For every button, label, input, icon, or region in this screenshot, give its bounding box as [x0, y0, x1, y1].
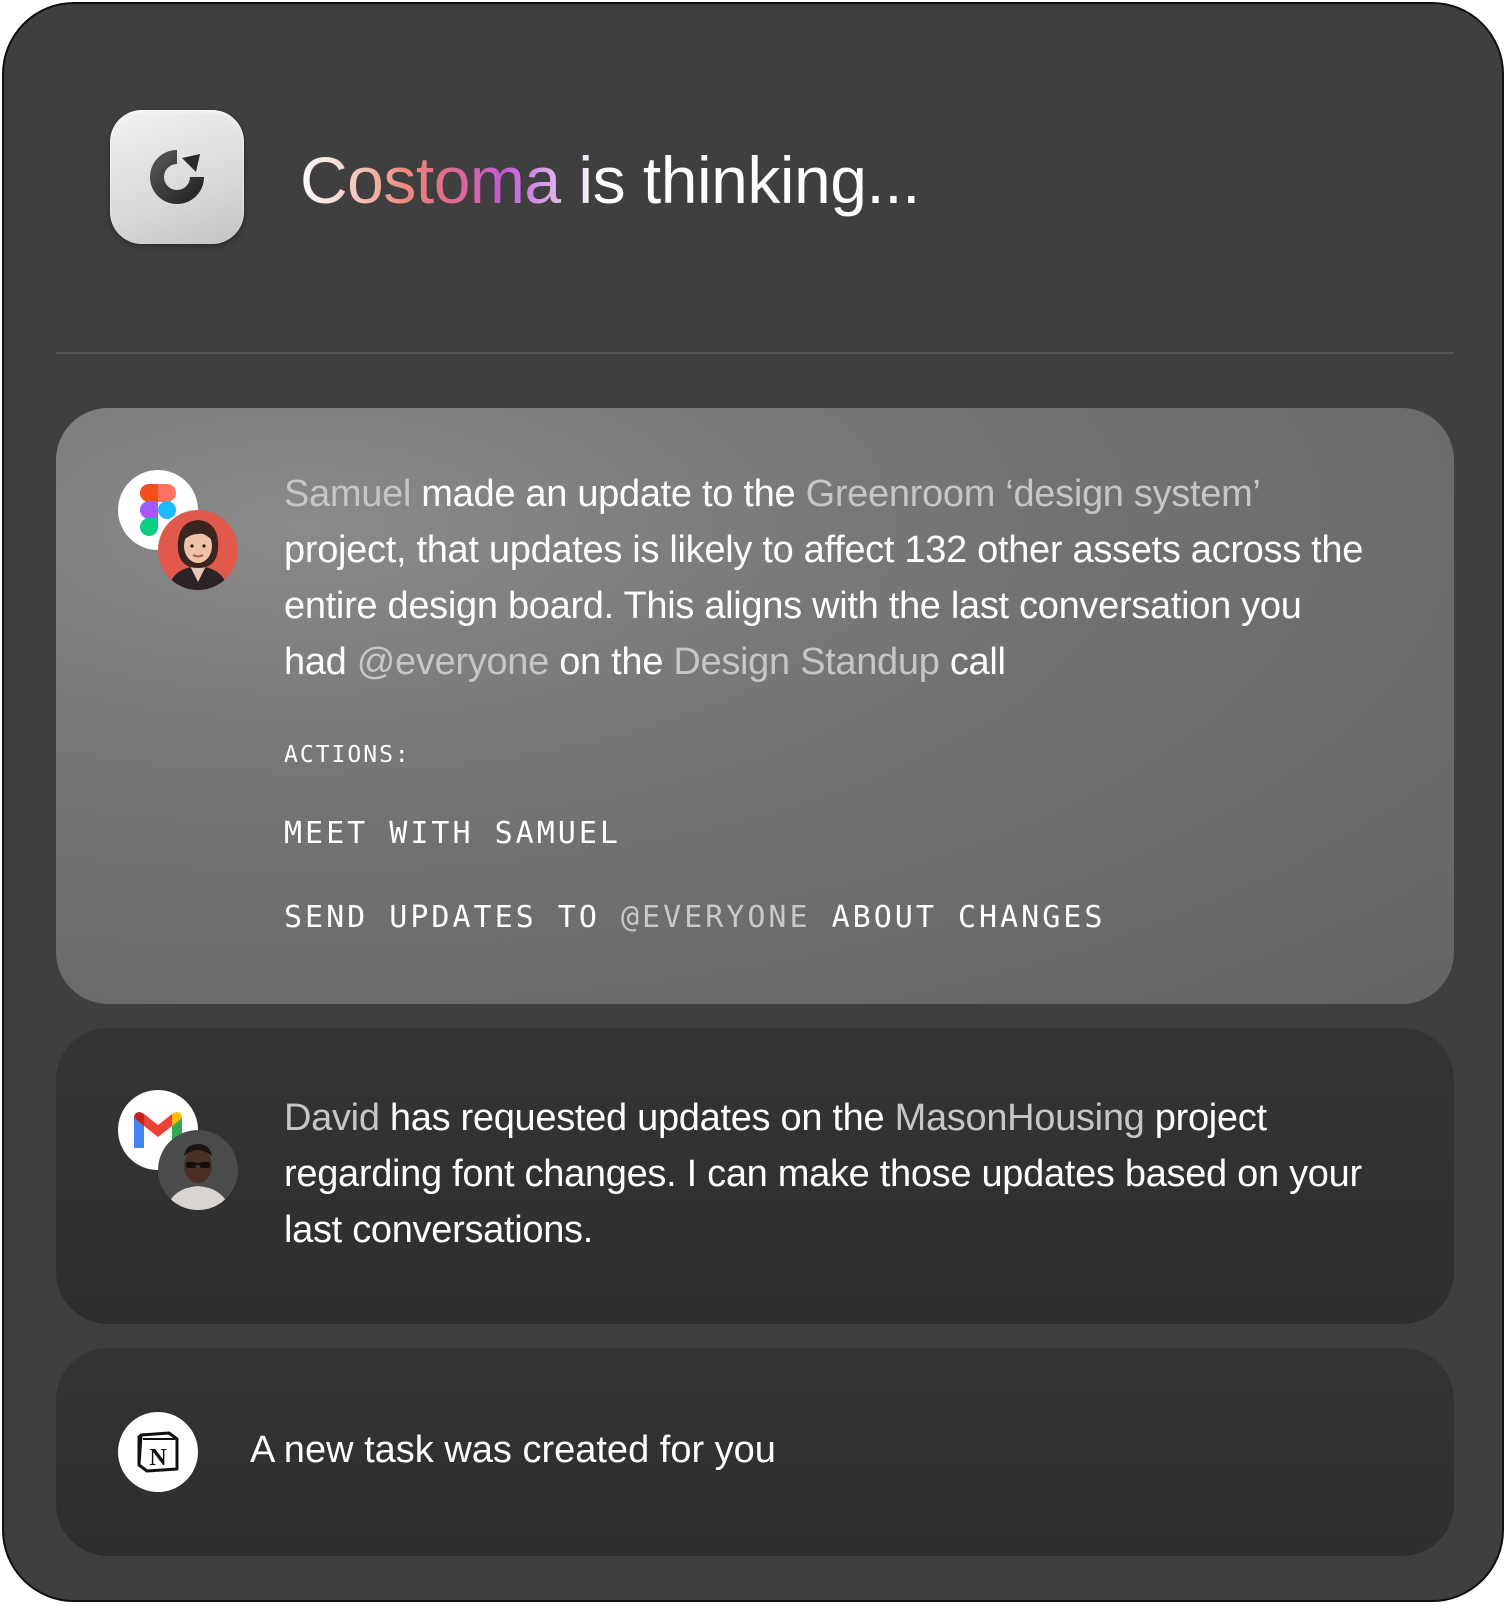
mention-everyone[interactable]: @everyone [357, 641, 550, 683]
project-greenroom[interactable]: Greenroom ‘design system’ [806, 473, 1260, 515]
meeting-design-standup[interactable]: Design Standup [673, 641, 940, 683]
notification-card-gmail[interactable]: David has requested updates on the Mason… [56, 1028, 1454, 1324]
gmail-message: David has requested updates on the Mason… [284, 1097, 1362, 1251]
costoma-logo-icon[interactable] [110, 110, 244, 244]
header-divider [56, 352, 1454, 354]
notion-message: A new task was created for you [250, 1429, 776, 1471]
samuel-avatar [158, 510, 238, 590]
project-masonhousing[interactable]: MasonHousing [895, 1097, 1145, 1139]
notion-icon: N [118, 1412, 198, 1492]
david-avatar [158, 1130, 238, 1210]
action-meet-with-samuel[interactable]: MEET WITH SAMUEL [284, 816, 621, 851]
person-david[interactable]: David [284, 1097, 380, 1139]
notification-card-notion[interactable]: N A new task was created for you [56, 1348, 1454, 1556]
notification-card-figma[interactable]: Samuel made an update to the Greenroom ‘… [56, 408, 1454, 1004]
thinking-title: Costoma is thinking... [300, 138, 920, 222]
person-samuel[interactable]: Samuel [284, 473, 411, 515]
action-mention-everyone[interactable]: @EVERYONE [621, 900, 811, 935]
figma-message: Samuel made an update to the Greenroom ‘… [284, 473, 1364, 683]
costoma-logo-glyph [150, 150, 204, 204]
costoma-panel: Costoma is thinking... Samuel made an up… [2, 2, 1504, 1602]
actions-label: ACTIONS: [284, 742, 411, 768]
action-send-updates[interactable]: SEND UPDATES TO @EVERYONE ABOUT CHANGES [284, 900, 1105, 935]
svg-text:N: N [149, 1445, 167, 1471]
